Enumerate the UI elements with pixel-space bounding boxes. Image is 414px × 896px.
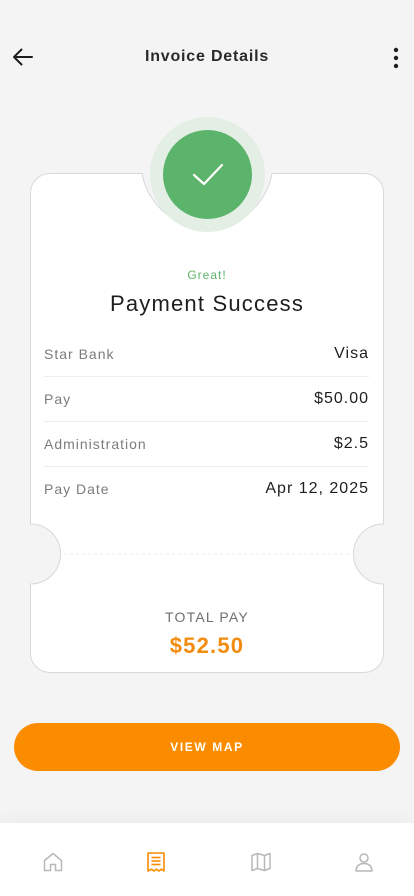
page-title: Invoice Details (144, 48, 270, 65)
map-icon (251, 852, 271, 872)
more-vertical-icon (393, 47, 399, 69)
detail-value: $2.5 (333, 435, 369, 452)
nav-item-home[interactable] (38, 847, 68, 877)
detail-row-administration: Administration $2.5 (44, 422, 369, 467)
detail-label: Administration (44, 436, 147, 452)
user-icon (355, 853, 373, 872)
view-map-button[interactable]: VIEW MAP (14, 723, 400, 771)
total-pay-amount: $52.50 (169, 633, 245, 658)
status-subtitle: Great! (187, 268, 227, 282)
detail-value: Visa (334, 345, 369, 362)
detail-row-pay: Pay $50.00 (44, 377, 369, 422)
detail-label: Pay Date (44, 481, 110, 497)
status-title: Payment Success (109, 291, 305, 316)
nav-item-map[interactable] (246, 847, 276, 877)
detail-value: Apr 12, 2025 (265, 480, 369, 497)
bottom-navigation (0, 823, 414, 896)
more-options-button[interactable] (384, 44, 408, 72)
nav-item-profile[interactable] (349, 847, 379, 877)
detail-row-bank: Star Bank Visa (44, 332, 369, 377)
check-icon (192, 163, 223, 185)
detail-value: $50.00 (314, 390, 369, 407)
payment-details-list: Star Bank Visa Pay $50.00 Administration… (44, 332, 369, 511)
detail-label: Pay (44, 391, 72, 407)
receipt-icon (147, 852, 165, 872)
total-pay-label: TOTAL PAY (165, 609, 249, 625)
detail-row-pay-date: Pay Date Apr 12, 2025 (44, 467, 369, 511)
detail-label: Star Bank (44, 346, 115, 362)
success-badge (163, 130, 252, 219)
nav-item-invoices[interactable] (141, 847, 171, 877)
app-header: Invoice Details (0, 0, 414, 116)
home-icon (43, 852, 63, 872)
invoice-details-screen: Invoice Details Great! Payment Success S… (0, 0, 414, 896)
